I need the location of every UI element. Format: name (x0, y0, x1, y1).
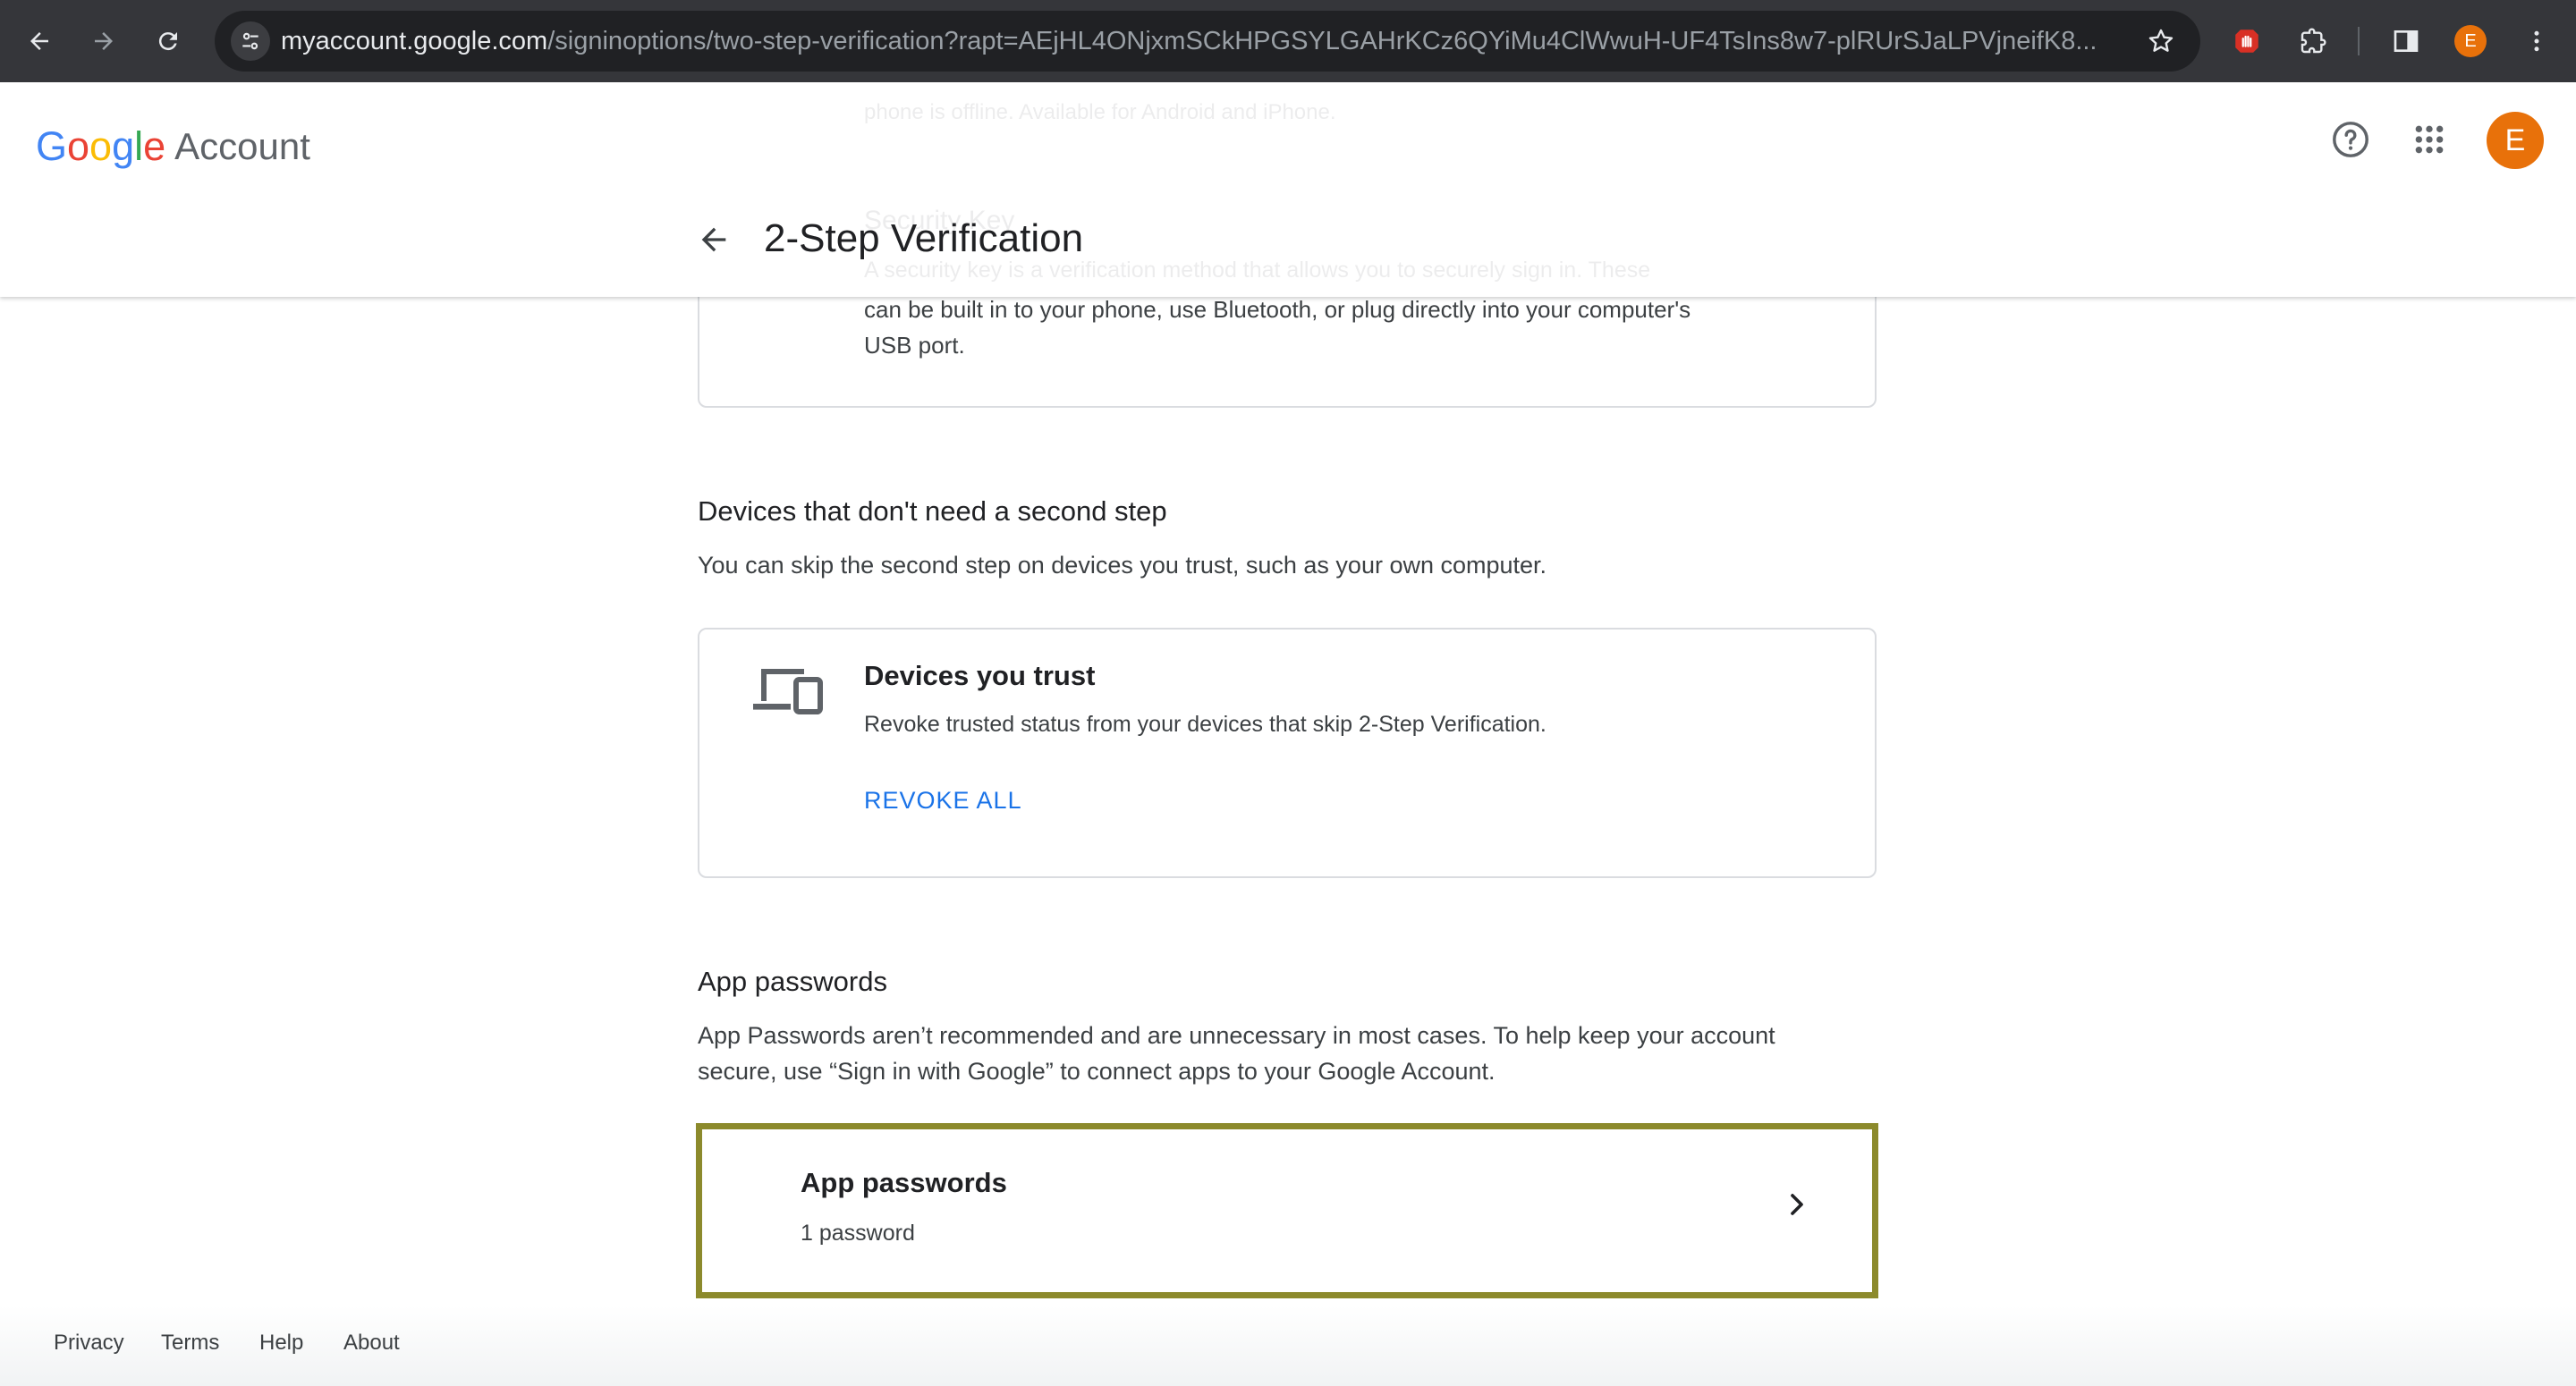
footer-terms-link[interactable]: Terms (161, 1331, 219, 1356)
arrow-back-icon (701, 227, 726, 252)
browser-toolbar: myaccount.google.com/signinoptions/two-s… (0, 0, 2576, 82)
hand-stop-icon (2235, 30, 2258, 53)
page-header: phone is offline. Available for Android … (0, 82, 2576, 297)
reload-button[interactable] (148, 21, 188, 61)
app-passwords-card-title: App passwords (801, 1167, 1007, 1198)
page-title: 2-Step Verification (764, 216, 1084, 260)
url-path: /signinoptions/two-step-verification?rap… (547, 27, 2097, 55)
google-account-logo[interactable]: Google Account (36, 118, 310, 175)
puzzle-icon (2301, 28, 2326, 54)
help-button[interactable] (2324, 113, 2377, 166)
url-host: myaccount.google.com (281, 27, 548, 55)
reload-icon (158, 32, 177, 51)
account-avatar[interactable]: E (2487, 112, 2544, 169)
logo-letter: G (36, 123, 68, 169)
page-footer: Privacy Terms Help About (0, 1306, 2576, 1386)
extension-stop-button[interactable] (2227, 21, 2267, 61)
bookmark-button[interactable] (2141, 21, 2181, 61)
logo-letter: o (67, 123, 90, 169)
logo-letter: l (134, 123, 144, 169)
side-panel-icon (2394, 30, 2419, 52)
chrome-menu-button[interactable] (2517, 21, 2556, 61)
chevron-right-icon (1779, 1187, 1815, 1227)
apps-grid-icon (2415, 125, 2444, 154)
security-key-description-line: USB port. (864, 332, 965, 359)
footer-help-link[interactable]: Help (259, 1331, 303, 1356)
app-passwords-description-line: App Passwords aren’t recommended and are… (698, 1022, 1775, 1049)
app-passwords-card[interactable]: App passwords 1 password (696, 1123, 1878, 1298)
devices-section-description: You can skip the second step on devices … (698, 552, 1547, 579)
devices-you-trust-card: Devices you trust Revoke trusted status … (698, 628, 1877, 878)
logo-letter: e (143, 123, 166, 169)
arrow-right-icon (95, 32, 113, 50)
footer-privacy-link[interactable]: Privacy (54, 1331, 124, 1356)
app-passwords-section-title: App passwords (698, 966, 887, 997)
app-passwords-description-line: secure, use “Sign in with Google” to con… (698, 1058, 1496, 1085)
devices-icon (753, 663, 823, 722)
forward-button[interactable] (84, 21, 123, 61)
back-button[interactable] (20, 21, 59, 61)
site-info-button[interactable] (231, 21, 270, 61)
toolbar-divider (2358, 27, 2360, 55)
security-key-description-line: can be built in to your phone, use Bluet… (864, 296, 1691, 323)
url-text[interactable]: myaccount.google.com/signinoptions/two-s… (281, 11, 2111, 72)
side-panel-button[interactable] (2386, 21, 2426, 61)
revoke-all-button[interactable]: REVOKE ALL (864, 787, 1022, 815)
google-apps-button[interactable] (2402, 113, 2456, 166)
logo-letter: g (112, 123, 135, 169)
profile-button[interactable]: E (2451, 21, 2490, 61)
app-passwords-count: 1 password (801, 1221, 915, 1246)
footer-about-link[interactable]: About (343, 1331, 400, 1356)
ghost-text: phone is offline. Available for Android … (864, 100, 1336, 124)
help-icon (2333, 122, 2368, 157)
extensions-button[interactable] (2293, 21, 2333, 61)
app-passwords-description: App Passwords aren’t recommended and are… (698, 1018, 1887, 1089)
account-wordmark: Account (174, 125, 310, 167)
tune-icon (242, 32, 258, 50)
ghost-text: A security key is a verification method … (864, 258, 1651, 283)
back-arrow-button[interactable] (692, 218, 735, 261)
google-wordmark: Google (36, 123, 165, 170)
more-vert-icon (2534, 30, 2539, 52)
devices-card-description: Revoke trusted status from your devices … (864, 712, 1546, 737)
devices-section-title: Devices that don't need a second step (698, 495, 1167, 527)
arrow-left-icon (30, 32, 48, 50)
star-icon (2148, 29, 2174, 52)
logo-letter: o (89, 123, 113, 169)
devices-card-title: Devices you trust (864, 660, 1096, 691)
address-bar[interactable]: myaccount.google.com/signinoptions/two-s… (215, 11, 2200, 72)
profile-avatar: E (2454, 25, 2487, 57)
